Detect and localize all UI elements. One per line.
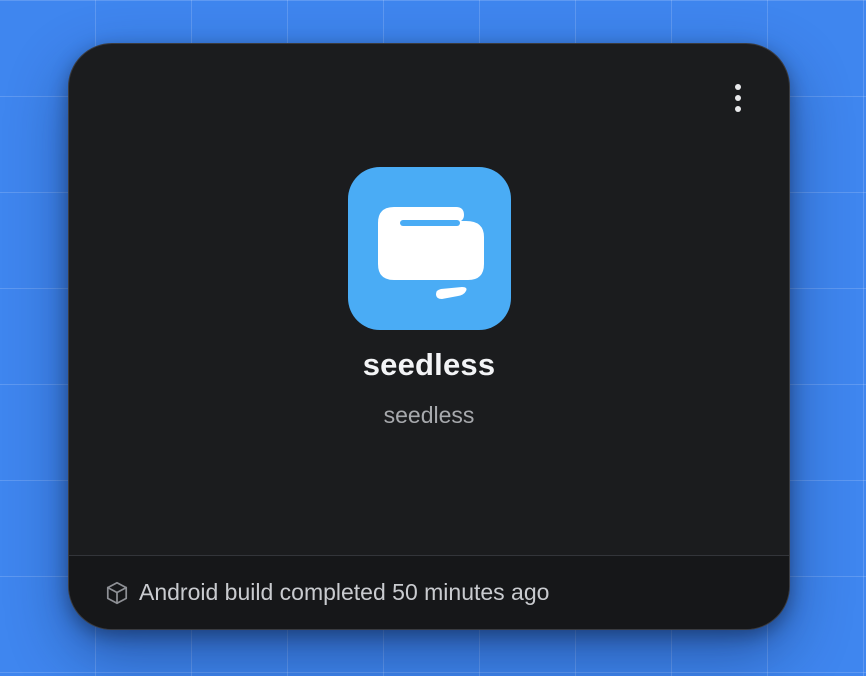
project-card[interactable]: seedless seedless Android build complete… [68,43,790,630]
build-status-bar[interactable]: Android build completed 50 minutes ago [69,555,789,629]
app-name: seedless [362,347,496,382]
more-vertical-icon [735,84,741,90]
more-vertical-icon-dot [735,106,741,112]
app-slug: seedless [383,402,475,428]
chat-bubble-app-icon [378,207,484,299]
cube-icon [103,579,131,607]
build-status-text: Android build completed 50 minutes ago [139,579,550,605]
more-options-button[interactable] [725,76,751,120]
app-icon [348,167,511,330]
more-vertical-icon-dot [735,95,741,101]
